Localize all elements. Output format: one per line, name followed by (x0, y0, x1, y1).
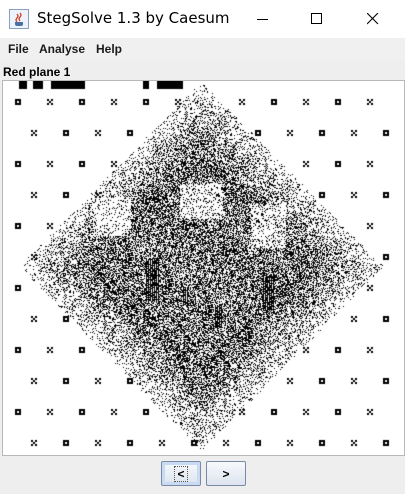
navigation-bar (0, 456, 405, 494)
image-viewer (2, 80, 405, 456)
window-title: StegSolve 1.3 by Caesum (37, 9, 230, 27)
maximize-icon (311, 13, 322, 24)
menu-help[interactable]: Help (96, 42, 122, 56)
minimize-icon (257, 19, 268, 20)
menu-bar: File Analyse Help (0, 38, 405, 60)
title-bar: StegSolve 1.3 by Caesum (0, 0, 405, 39)
minimize-button[interactable] (240, 0, 286, 38)
plane-label: Red plane 1 (3, 65, 71, 79)
menu-file[interactable]: File (8, 42, 29, 56)
previous-plane-button[interactable]: < (161, 461, 201, 486)
previous-plane-label: < (174, 466, 188, 482)
bit-plane-image (3, 81, 404, 455)
maximize-button[interactable] (294, 0, 340, 38)
close-icon (367, 13, 379, 25)
java-cup-icon (9, 9, 29, 29)
menu-analyse[interactable]: Analyse (39, 42, 85, 56)
close-button[interactable] (350, 0, 396, 38)
next-plane-button[interactable]: > (206, 461, 246, 486)
next-plane-label: > (222, 467, 230, 481)
